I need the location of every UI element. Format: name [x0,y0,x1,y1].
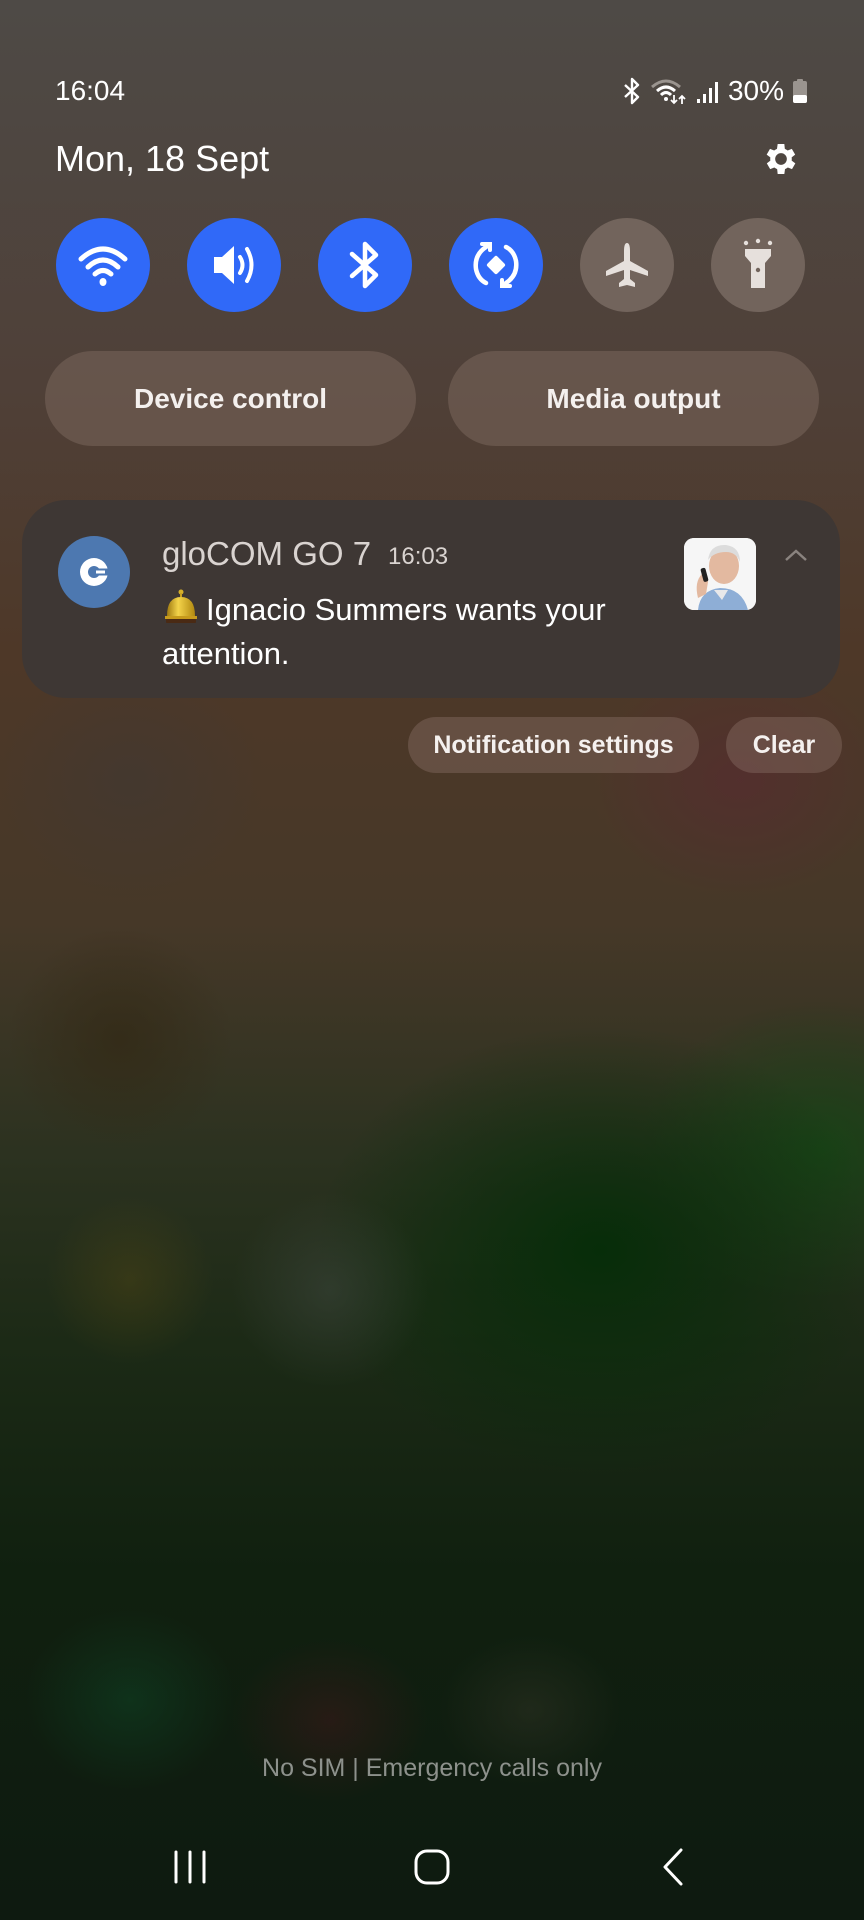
toggle-flashlight[interactable] [711,218,805,312]
date-label: Mon, 18 Sept [55,138,270,179]
clear-button[interactable]: Clear [726,717,842,773]
notification-settings-button[interactable]: Notification settings [408,717,699,773]
wifi-icon [78,246,128,286]
bell-icon [162,588,200,634]
battery-icon [792,78,808,104]
status-time: 16:04 [55,75,126,106]
home-button[interactable] [392,1842,472,1892]
flashlight-icon [743,238,773,288]
glocom-logo-icon [80,558,109,586]
chevron-up-icon [785,549,807,561]
collapse-button[interactable] [776,540,816,570]
bluetooth-icon [349,241,379,289]
toggle-airplane-mode[interactable] [580,218,674,312]
settings-button[interactable] [760,138,802,180]
app-icon [58,536,130,608]
notification-app-name: gloCOM GO 7 [162,535,372,572]
notification-time: 16:03 [388,543,449,570]
status-icons: 30% [622,74,808,108]
notification-message-container: Ignacio Summers wants your attention. [162,588,692,674]
toggle-bluetooth[interactable] [318,218,412,312]
back-icon [663,1848,683,1886]
device-control-button[interactable]: Device control [45,351,416,446]
sim-status: No SIM | Emergency calls only [262,1754,602,1782]
gear-icon [766,144,796,174]
recents-button[interactable] [150,1842,230,1892]
rotate-icon [473,242,519,288]
recents-icon [174,1850,206,1884]
toggle-sound[interactable] [187,218,281,312]
back-button[interactable] [634,1842,714,1892]
volume-icon [214,246,254,284]
quick-toggles [56,218,806,312]
contact-avatar [684,538,756,610]
airplane-icon [606,243,648,287]
wifi-data-icon [650,77,688,105]
home-icon [414,1849,450,1885]
battery-percent: 30% [727,75,784,106]
notification-card[interactable]: gloCOM GO 7 16:03 Ignacio Summers wants … [22,500,840,698]
notification-message: Ignacio Summers wants your attention. [162,592,606,671]
bluetooth-status-icon [622,77,642,105]
toggle-auto-rotate[interactable] [449,218,543,312]
media-output-button[interactable]: Media output [448,351,819,446]
toggle-wifi[interactable] [56,218,150,312]
signal-icon [696,77,720,105]
